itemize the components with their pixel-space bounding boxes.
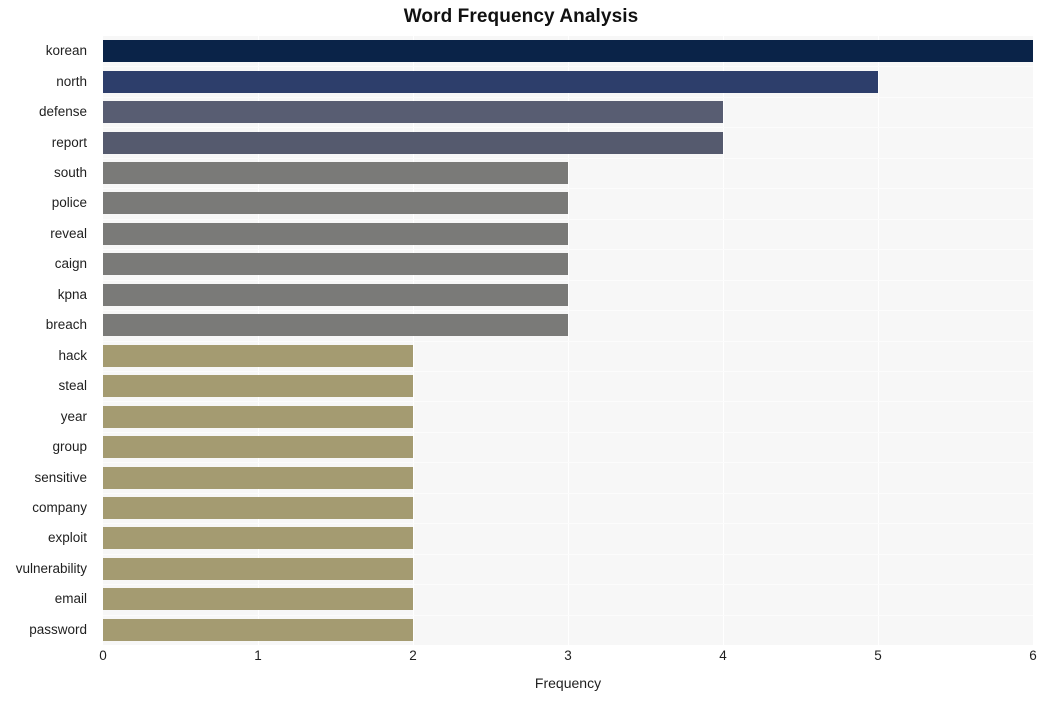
bar-sensitive[interactable] [103, 466, 413, 489]
x-tick-label-1: 1 [254, 648, 262, 663]
bars-layer [103, 36, 1033, 645]
bar-north[interactable] [103, 70, 878, 93]
bar-south[interactable] [103, 162, 568, 185]
bar-police[interactable] [103, 192, 568, 215]
y-tick-label-hack: hack [58, 347, 87, 363]
x-tick-label-3: 3 [564, 648, 572, 663]
bar-group[interactable] [103, 436, 413, 459]
y-axis-labels: korean north defense report south police revea… [0, 36, 95, 645]
x-axis-title: Frequency [534, 675, 602, 691]
bar-vulnerability[interactable] [103, 557, 413, 580]
y-tick-label-sensitive: sensitive [34, 469, 87, 485]
bar-korean[interactable] [103, 40, 1033, 63]
y-tick-label-caign: caign [54, 256, 87, 272]
bar-report[interactable] [103, 131, 723, 154]
bar-password[interactable] [103, 618, 413, 641]
y-tick-label-password: password [29, 621, 87, 637]
bar-breach[interactable] [103, 314, 568, 337]
x-axis-tick-labels: 0 1 2 3 4 5 6 [0, 649, 1042, 673]
x-tick-label-6: 6 [1029, 648, 1037, 663]
y-tick-label-company: company [32, 499, 87, 515]
y-tick-label-report: report [51, 134, 87, 150]
y-tick-label-reveal: reveal [50, 225, 87, 241]
y-tick-label-defense: defense [38, 104, 87, 120]
bar-reveal[interactable] [103, 222, 568, 245]
x-tick-label-5: 5 [874, 648, 882, 663]
y-tick-label-year: year [60, 408, 87, 424]
y-tick-label-group: group [52, 439, 87, 455]
bar-email[interactable] [103, 588, 413, 611]
x-tick-label-4: 4 [719, 648, 727, 663]
bar-defense[interactable] [103, 101, 723, 124]
bar-year[interactable] [103, 405, 413, 428]
y-tick-label-kpna: kpna [57, 286, 87, 302]
x-tick-label-2: 2 [409, 648, 417, 663]
y-tick-label-north: north [56, 73, 87, 89]
word-frequency-chart: Word Frequency Analysis korean north defen… [0, 0, 1042, 701]
bar-hack[interactable] [103, 344, 413, 367]
plot-area [103, 36, 1034, 645]
x-tick-label-0: 0 [99, 648, 107, 663]
y-tick-label-email: email [54, 591, 87, 607]
y-tick-label-breach: breach [45, 317, 87, 333]
bar-caign[interactable] [103, 253, 568, 276]
y-tick-label-vulnerability: vulnerability [15, 560, 87, 576]
y-tick-label-steal: steal [58, 378, 87, 394]
y-tick-label-exploit: exploit [47, 530, 87, 546]
bar-exploit[interactable] [103, 527, 413, 550]
bar-steal[interactable] [103, 375, 413, 398]
gridline-vertical [1033, 36, 1034, 645]
bar-company[interactable] [103, 496, 413, 519]
chart-title: Word Frequency Analysis [403, 6, 639, 27]
y-tick-label-south: south [53, 165, 87, 181]
y-tick-label-police: police [51, 195, 87, 211]
y-tick-label-korean: korean [45, 43, 87, 59]
bar-kpna[interactable] [103, 283, 568, 306]
